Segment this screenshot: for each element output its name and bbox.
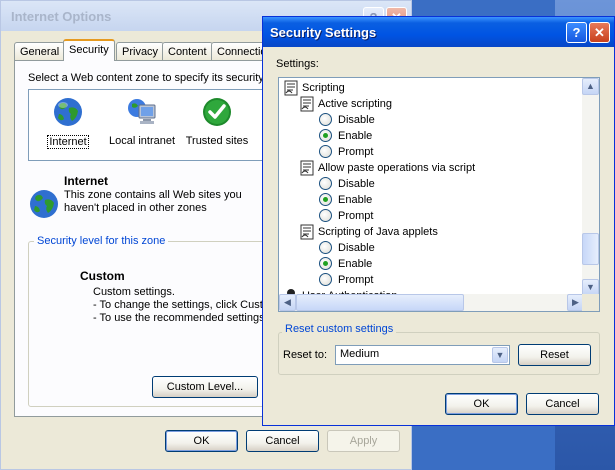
reset-to-label: Reset to: — [283, 349, 328, 361]
custom-line: - To use the recommended settings, — [93, 312, 268, 324]
vertical-scrollbar[interactable]: ▲ ▼ — [582, 78, 599, 296]
internet-options-title: Internet Options — [11, 9, 112, 24]
scroll-up-arrow-icon[interactable]: ▲ — [582, 78, 599, 95]
custom-level-button[interactable]: Custom Level... — [152, 376, 258, 398]
zone-title: Internet — [64, 174, 109, 188]
radio-button-selected[interactable] — [319, 129, 332, 142]
radio-button-selected[interactable] — [319, 257, 332, 270]
globe-icon — [54, 98, 82, 126]
reset-button[interactable]: Reset — [518, 344, 591, 366]
computer-icon — [128, 99, 156, 124]
zone-trusted-sites[interactable]: Trusted sites — [179, 96, 255, 147]
security-settings-dialog: Security Settings ? ✕ Settings: Scriptin… — [262, 16, 615, 426]
close-button[interactable]: ✕ — [589, 22, 610, 43]
security-level-legend: Security level for this zone — [34, 235, 169, 247]
help-button[interactable]: ? — [566, 22, 587, 43]
radio-button[interactable] — [319, 209, 332, 222]
horizontal-scrollbar[interactable]: ◀ ▶ — [279, 294, 584, 311]
settings-label: Settings: — [276, 58, 319, 70]
zone-label: Trusted sites — [185, 135, 249, 147]
custom-level-description: Custom settings. - To change the setting… — [93, 286, 269, 325]
ok-button[interactable]: OK — [165, 430, 238, 452]
zone-label: Local intranet — [108, 135, 176, 147]
radio-button-selected[interactable] — [319, 193, 332, 206]
custom-level-title: Custom — [80, 269, 125, 283]
radio-button[interactable] — [319, 273, 332, 286]
cancel-button[interactable]: Cancel — [246, 430, 319, 452]
settings-tree-content: Scripting Active scripting Disable Enabl… — [279, 78, 584, 296]
zone-description: This zone contains all Web sites you hav… — [64, 189, 242, 214]
scrollbar-corner — [582, 294, 599, 311]
custom-line: - To change the settings, click Custo — [93, 299, 269, 311]
apply-button: Apply — [327, 430, 400, 452]
cancel-button[interactable]: Cancel — [526, 393, 599, 415]
tab-privacy[interactable]: Privacy — [116, 42, 165, 60]
zone-internet[interactable]: Internet — [30, 96, 106, 149]
checkmark-icon — [203, 98, 231, 126]
security-settings-titlebar[interactable]: Security Settings ? ✕ — [263, 17, 614, 47]
radio-button[interactable] — [319, 113, 332, 126]
chevron-down-icon[interactable]: ▼ — [492, 347, 508, 363]
reset-level-value: Medium — [340, 348, 380, 360]
custom-line: Custom settings. — [93, 286, 175, 298]
settings-tree[interactable]: Scripting Active scripting Disable Enabl… — [278, 77, 600, 312]
reset-group-legend: Reset custom settings — [282, 323, 397, 335]
script-icon — [300, 96, 314, 112]
ok-button[interactable]: OK — [445, 393, 518, 415]
zone-label: Internet — [47, 135, 89, 149]
tab-content[interactable]: Content — [162, 42, 213, 60]
security-settings-title: Security Settings — [270, 25, 377, 40]
zone-list: Internet Local intranet Trusted sites — [28, 89, 266, 161]
script-icon — [284, 80, 298, 96]
radio-button[interactable] — [319, 241, 332, 254]
vertical-scroll-thumb[interactable] — [582, 233, 599, 265]
horizontal-scroll-thumb[interactable] — [296, 294, 464, 311]
script-icon — [300, 160, 314, 176]
radio-button[interactable] — [319, 145, 332, 158]
zone-local-intranet[interactable]: Local intranet — [104, 96, 180, 147]
script-icon — [300, 224, 314, 240]
tab-general[interactable]: General — [14, 42, 66, 60]
radio-button[interactable] — [319, 177, 332, 190]
tab-security[interactable]: Security — [63, 39, 115, 61]
reset-level-dropdown[interactable]: Medium ▼ — [335, 345, 510, 365]
scroll-left-arrow-icon[interactable]: ◀ — [279, 294, 296, 311]
globe-icon — [30, 190, 58, 218]
zone-intro-text: Select a Web content zone to specify its… — [28, 72, 273, 84]
